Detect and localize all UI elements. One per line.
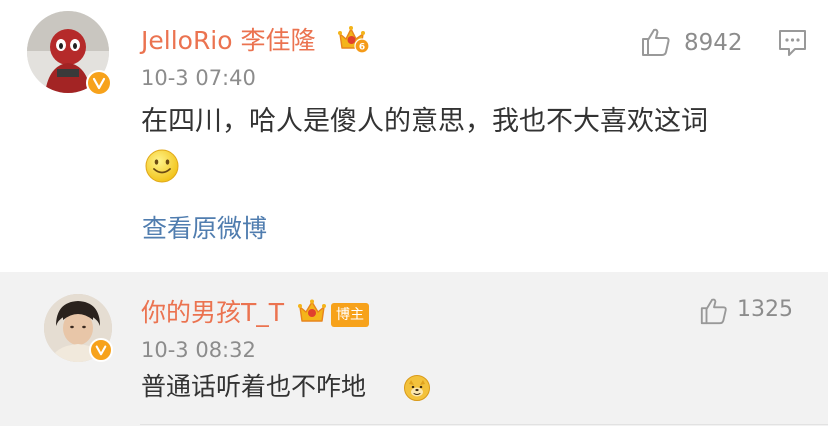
like-count: 8942: [684, 30, 743, 56]
verified-badge-icon: [89, 338, 113, 362]
like-count: 1325: [737, 297, 793, 322]
username[interactable]: 你的男孩T_T: [141, 297, 284, 329]
timestamp: 10-3 08:32: [141, 338, 256, 362]
comment-card: JelloRio 李佳隆 6 10-3 07:40 在四川，哈人是傻人的意思，我…: [0, 0, 828, 272]
view-original-post-link[interactable]: 查看原微博: [142, 213, 267, 245]
reply-card: 你的男孩T_T 博主 10-3 08:32 普通话听着也不咋地 1325: [0, 272, 828, 426]
verified-badge-icon: [86, 70, 112, 96]
timestamp: 10-3 07:40: [141, 66, 256, 90]
svg-text:6: 6: [359, 43, 365, 53]
crown-badge-icon[interactable]: [297, 298, 327, 326]
smile-emoji-icon: [144, 148, 180, 184]
crown-badge-icon[interactable]: 6: [337, 24, 370, 54]
thumbs-up-icon[interactable]: [699, 296, 729, 326]
divider: [140, 424, 828, 425]
post-author-badge: 博主: [331, 303, 369, 327]
comment-text: 在四川，哈人是傻人的意思，我也不大喜欢这词: [141, 106, 708, 137]
comment-text: 普通话听着也不咋地: [141, 372, 367, 401]
thumbs-up-icon[interactable]: [640, 26, 672, 58]
username[interactable]: JelloRio 李佳隆: [141, 25, 316, 57]
comment-icon[interactable]: [778, 29, 808, 57]
doge-emoji-icon: [403, 374, 431, 402]
